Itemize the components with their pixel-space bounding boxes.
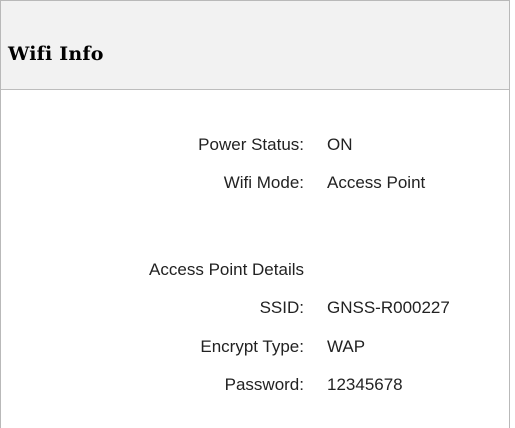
panel-header: Wifi Info [1,1,509,90]
password-row: Password: 12345678 [1,375,509,399]
encrypt-type-value: WAP [327,337,366,356]
ssid-label: SSID: [259,298,304,317]
wifi-mode-row: Wifi Mode: Access Point [1,173,509,197]
wifi-mode-label: Wifi Mode: [223,173,304,192]
wifi-mode-value: Access Point [327,173,426,192]
power-status-label: Power Status: [198,135,304,154]
ssid-row: SSID: GNSS-R000227 [1,298,509,322]
page-title: Wifi Info [8,43,104,65]
password-label: Password: [224,375,304,394]
wifi-info-panel: Wifi Info Power Status: ON Wifi Mode: Ac… [0,0,510,428]
encrypt-type-row: Encrypt Type: WAP [1,337,509,361]
ssid-value: GNSS-R000227 [327,298,450,317]
password-value: 12345678 [327,375,403,394]
ap-details-heading: Access Point Details [149,260,304,279]
ap-details-heading-row: Access Point Details [1,260,509,284]
encrypt-type-label: Encrypt Type: [200,337,304,356]
power-status-value: ON [327,135,353,154]
power-status-row: Power Status: ON [1,135,509,159]
